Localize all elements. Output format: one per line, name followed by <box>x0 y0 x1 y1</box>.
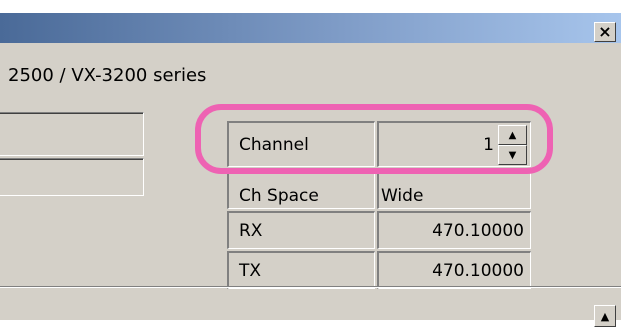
tx-label: TX <box>239 260 262 281</box>
arrow-up-icon: ▲ <box>600 309 610 323</box>
channel-spinner[interactable]: ▲ ▼ <box>498 125 527 165</box>
channel-label-cell: Channel <box>227 121 375 167</box>
rx-value: 470.10000 <box>432 220 524 241</box>
tx-label-cell: TX <box>227 251 375 289</box>
ch-space-label-cell: Ch Space <box>227 169 375 209</box>
channel-value: 1 <box>483 134 494 155</box>
arrow-down-icon: ▼ <box>508 149 517 161</box>
divider <box>0 286 621 288</box>
dialog-window: × 2500 / VX-3200 series Channel 1 ▲ ▼ Ch… <box>0 13 621 327</box>
tx-value: 470.10000 <box>432 260 524 281</box>
arrow-up-icon: ▲ <box>508 129 517 141</box>
rx-value-field[interactable]: 470.10000 <box>377 211 531 249</box>
spinner-down-button[interactable]: ▼ <box>498 145 527 165</box>
title-bar: × <box>0 13 621 43</box>
rx-label-cell: RX <box>227 211 375 249</box>
series-label: 2500 / VX-3200 series <box>8 65 207 86</box>
scroll-up-button[interactable]: ▲ <box>594 305 616 327</box>
left-field-1[interactable] <box>0 112 144 156</box>
channel-label: Channel <box>239 134 309 155</box>
spinner-up-button[interactable]: ▲ <box>498 125 527 145</box>
rx-label: RX <box>239 220 263 241</box>
close-icon: × <box>598 22 612 41</box>
left-field-2[interactable] <box>0 158 144 196</box>
close-button[interactable]: × <box>594 22 616 42</box>
ch-space-value-field[interactable]: Wide <box>377 169 531 209</box>
tx-value-field[interactable]: 470.10000 <box>377 251 531 289</box>
ch-space-value: Wide <box>381 185 424 206</box>
ch-space-label: Ch Space <box>239 185 319 206</box>
